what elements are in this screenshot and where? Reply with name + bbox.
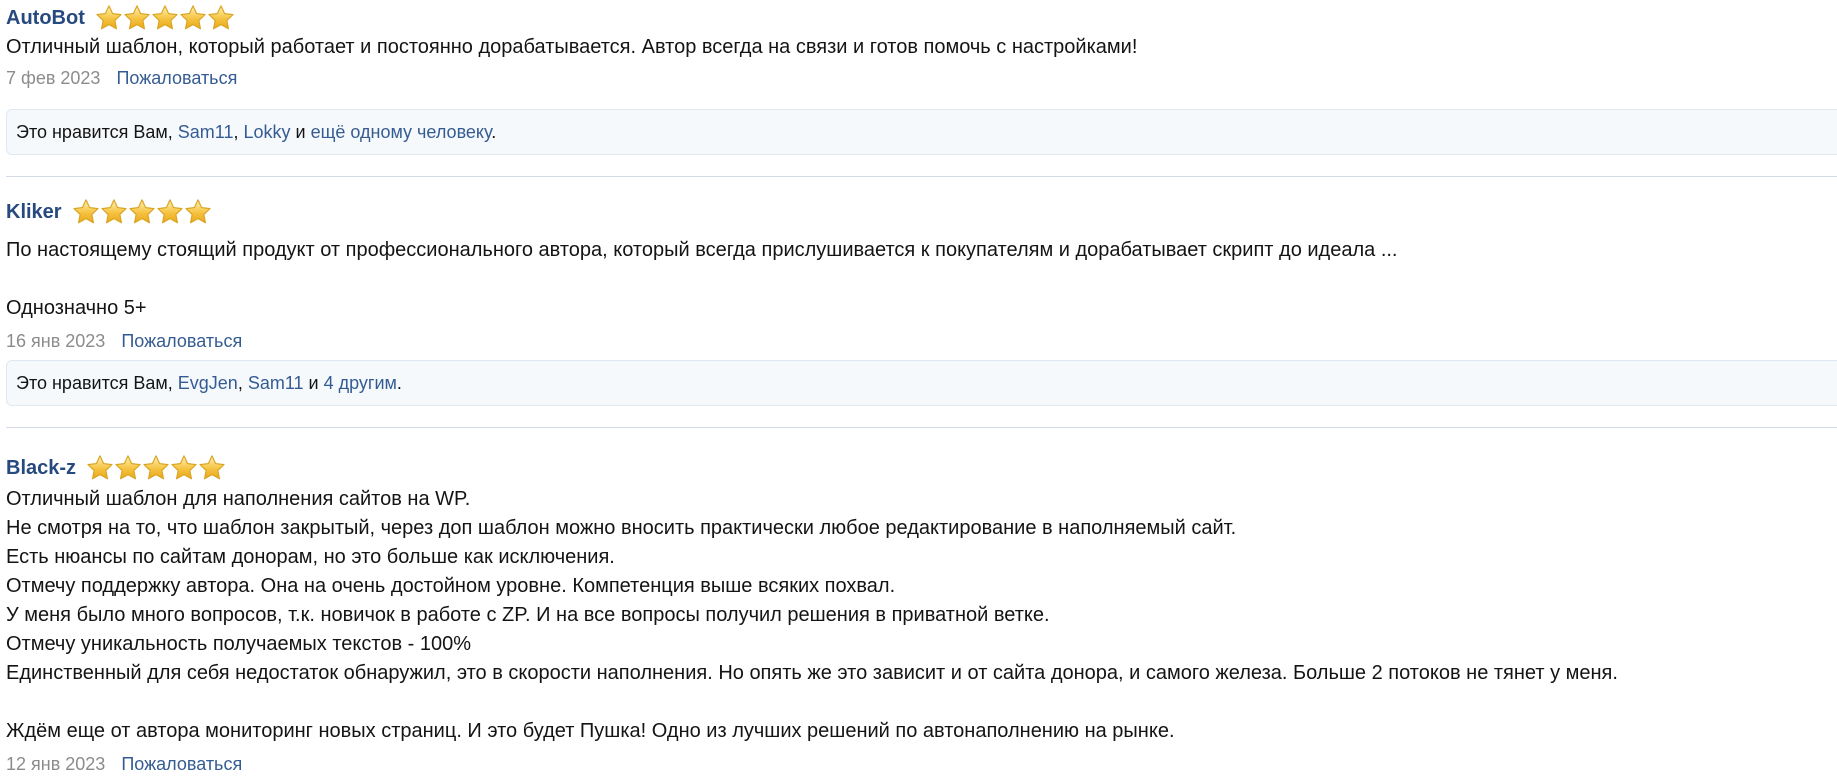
star-icon [151,4,179,32]
likes-prefix: Это нравится Вам, [16,122,178,142]
star-icon [123,4,151,32]
review-body-line: Ждём еще от автора мониторинг новых стра… [6,720,1175,742]
review-body: По настоящему стоящий продукт от професс… [6,236,1837,323]
review-body-line: Есть нюансы по сайтам донорам, но это бо… [6,546,615,568]
star-icon [207,4,235,32]
review-body-line: Отличный шаблон для наполнения сайтов на… [6,488,471,510]
likes-suffix: . [491,122,497,142]
review-body-line: Не смотря на то, что шаблон закрытый, че… [6,517,1237,539]
review-body-line: Отличный шаблон, который работает и пост… [6,36,1138,58]
review-body: Отличный шаблон, который работает и пост… [6,33,1837,62]
review-divider [6,427,1837,428]
review-body: Отличный шаблон для наполнения сайтов на… [6,485,1837,746]
review-date: 12 янв 2023 [6,754,106,774]
star-icon [114,454,142,482]
review-body-line: Единственный для себя недостаток обнаруж… [6,662,1618,684]
review-item: Black-z Отличный шаблон для наполнения с… [0,440,1837,777]
review-body-gap [6,265,1837,294]
star-icon [128,198,156,226]
liker-link[interactable]: Sam11 [248,373,304,393]
review-body-line: Отмечу уникальность получаемых текстов -… [6,633,471,655]
review-body-line: У меня было много вопросов, т.к. новичок… [6,604,1050,626]
likes-summary: Это нравится Вам, EvgJen, Sam11 и 4 друг… [6,360,1837,406]
star-icon [72,198,100,226]
star-icon [179,4,207,32]
more-likers-link[interactable]: ещё одному человеку [311,122,492,142]
star-icon [142,454,170,482]
star-icon [156,198,184,226]
review-body-line: Однозначно 5+ [6,297,147,319]
likes-prefix: Это нравится Вам, [16,373,178,393]
review-body-line: Отмечу поддержку автора. Она на очень до… [6,575,896,597]
review-item: Kliker По настоящему стоящий продукт от … [0,190,1837,420]
star-icon [86,454,114,482]
review-header: Black-z [6,454,226,482]
star-icon [184,198,212,226]
review-body-line: По настоящему стоящий продукт от професс… [6,239,1398,261]
review-author-link[interactable]: AutoBot [6,6,85,30]
liker-link[interactable]: Lokky [243,122,290,142]
likes-conjunction: и [303,373,324,393]
more-likers-link[interactable]: 4 другим [324,373,397,393]
review-item: AutoBot Отличный шаблон, который работае… [0,0,1837,155]
report-link[interactable]: Пожаловаться [116,68,237,88]
likes-separator: , [237,373,248,393]
review-header: Kliker [6,198,212,226]
review-date: 7 фев 2023 [6,68,101,88]
liker-link[interactable]: Sam11 [178,122,234,142]
review-meta: 16 янв 2023 Пожаловаться [6,330,242,352]
likes-suffix: . [396,373,402,393]
review-meta: 12 янв 2023 Пожаловаться [6,753,242,775]
rating-stars [86,454,226,482]
liker-link[interactable]: EvgJen [178,373,238,393]
review-header: AutoBot [6,4,235,32]
review-author-link[interactable]: Black-z [6,456,76,480]
review-meta: 7 фев 2023 Пожаловаться [6,67,237,89]
star-icon [170,454,198,482]
likes-conjunction: и [290,122,311,142]
report-link[interactable]: Пожаловаться [121,754,242,774]
likes-separator: , [233,122,244,142]
report-link[interactable]: Пожаловаться [121,331,242,351]
rating-stars [95,4,235,32]
star-icon [198,454,226,482]
rating-stars [72,198,212,226]
star-icon [95,4,123,32]
review-divider [6,176,1837,177]
reviews-list: AutoBot Отличный шаблон, который работае… [0,0,1837,777]
review-body-gap [6,688,1837,717]
likes-summary: Это нравится Вам, Sam11, Lokky и ещё одн… [6,109,1837,155]
review-date: 16 янв 2023 [6,331,106,351]
review-author-link[interactable]: Kliker [6,200,62,224]
star-icon [100,198,128,226]
